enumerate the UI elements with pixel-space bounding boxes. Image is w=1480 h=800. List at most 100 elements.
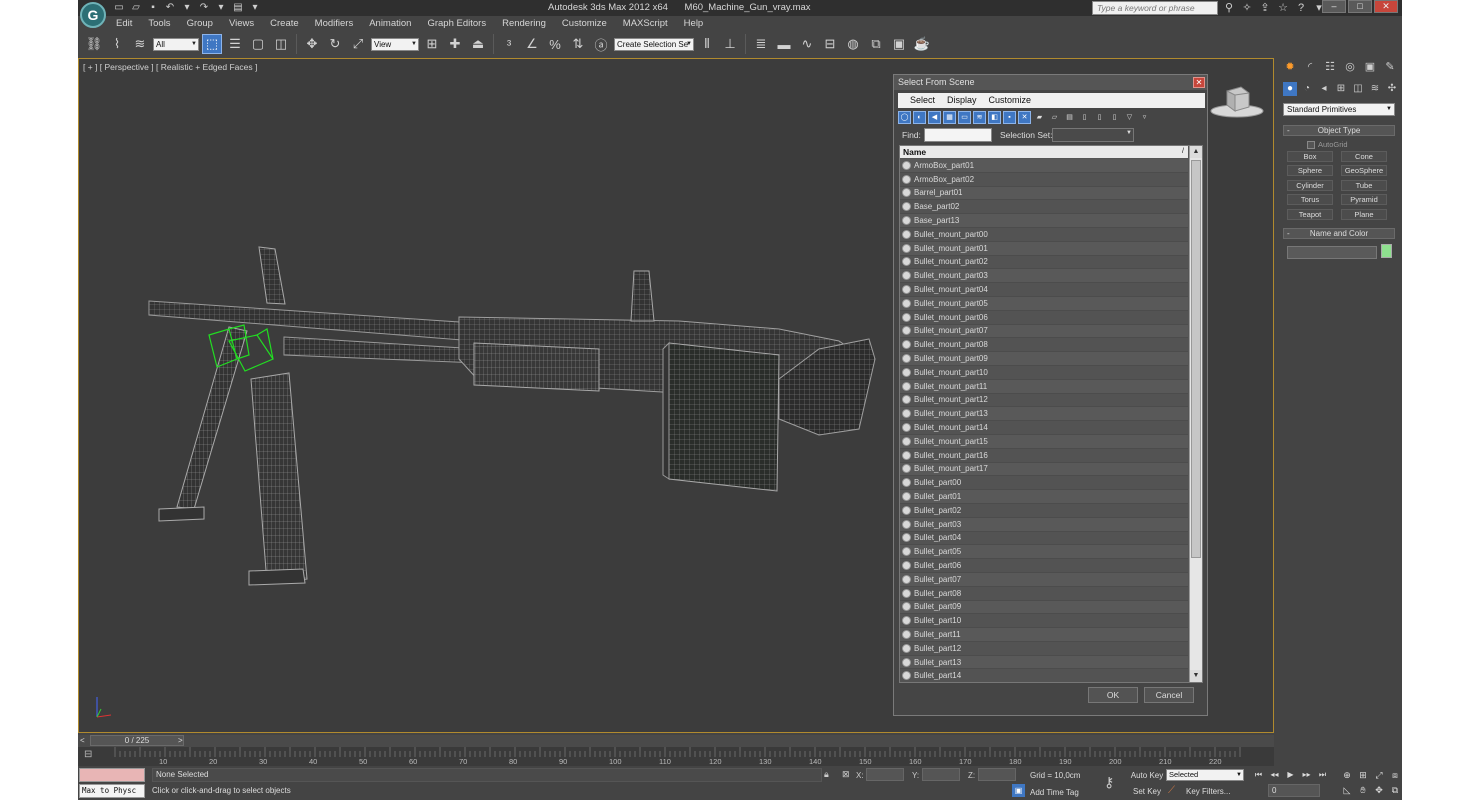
select-object-icon[interactable]: ⬚ <box>202 34 222 54</box>
tools-icon[interactable]: ✧ <box>1240 1 1254 15</box>
object-list-row[interactable]: Bullet_mount_part10 <box>900 365 1188 380</box>
set-keys-key-icon[interactable]: ⚷ <box>1104 774 1114 791</box>
edit-named-selection-icon[interactable]: ⓐ <box>591 34 611 54</box>
object-list-row[interactable]: Bullet_part06 <box>900 559 1188 573</box>
systems-category-icon[interactable]: ✣ <box>1385 82 1399 96</box>
object-list-row[interactable]: Bullet_mount_part09 <box>900 352 1188 366</box>
curve-editor-icon[interactable]: ∿ <box>797 34 817 54</box>
maximize-viewport-icon[interactable]: ⧉ <box>1388 784 1402 797</box>
redo-dropdown-icon[interactable]: ▾ <box>214 1 228 14</box>
name-column-header[interactable]: Name / <box>900 146 1188 158</box>
time-slider-prev-button[interactable]: < <box>80 736 85 745</box>
material-editor-icon[interactable]: ◍ <box>843 34 863 54</box>
spinner-snap-icon[interactable]: ⇅ <box>568 34 588 54</box>
display-tab-icon[interactable]: ▣ <box>1363 60 1377 74</box>
open-file-icon[interactable]: ▱ <box>129 1 143 14</box>
filter-icon[interactable]: ▽ <box>1123 111 1136 124</box>
time-slider[interactable]: < 0 / 225 > <box>78 735 1274 747</box>
time-tag-icon[interactable]: ▣ <box>1012 784 1025 797</box>
maxscript-listener-output[interactable] <box>79 768 145 782</box>
object-list-row[interactable]: Bullet_mount_part07 <box>900 324 1188 339</box>
display-xrefs-icon[interactable]: ▪ <box>1003 111 1016 124</box>
object-list-row[interactable]: Bullet_mount_part05 <box>900 296 1188 311</box>
pyramid-button[interactable]: Pyramid <box>1341 194 1387 205</box>
cancel-button[interactable]: Cancel <box>1144 687 1194 703</box>
scroll-thumb[interactable] <box>1191 160 1201 558</box>
torus-button[interactable]: Torus <box>1287 194 1333 205</box>
communication-icon[interactable]: ⇪ <box>1258 1 1272 15</box>
object-list-row[interactable]: Base_part02 <box>900 200 1188 215</box>
ok-button[interactable]: OK <box>1088 687 1138 703</box>
menu-animation[interactable]: Animation <box>361 16 419 31</box>
object-list-row[interactable]: Bullet_part09 <box>900 600 1188 615</box>
go-to-start-icon[interactable]: ⏮ <box>1252 769 1265 781</box>
auto-key-button[interactable]: Auto Key <box>1130 769 1164 782</box>
autogrid-checkbox[interactable]: AutoGrid <box>1307 140 1348 149</box>
select-manipulate-icon[interactable]: ✚ <box>445 34 465 54</box>
previous-frame-icon[interactable]: ◂◂ <box>1268 769 1281 781</box>
filter-options-icon[interactable]: ▿ <box>1138 111 1151 124</box>
select-by-name-icon[interactable]: ☰ <box>225 34 245 54</box>
list-scrollbar[interactable]: ▲ ▼ <box>1189 146 1202 682</box>
object-list-row[interactable]: Bullet_mount_part03 <box>900 269 1188 284</box>
zoom-icon[interactable]: ⊕ <box>1340 769 1354 782</box>
object-list-row[interactable]: Bullet_mount_part17 <box>900 462 1188 477</box>
play-icon[interactable]: ▶ <box>1284 769 1297 781</box>
object-list-row[interactable]: Bullet_mount_part04 <box>900 283 1188 297</box>
render-production-icon[interactable]: ☕ <box>912 34 932 54</box>
maxscript-listener-input[interactable]: Max to Physc <box>79 784 145 798</box>
zoom-extents-icon[interactable]: ⤢ <box>1372 769 1386 782</box>
motion-tab-icon[interactable]: ◎ <box>1343 60 1357 74</box>
dialog-title-bar[interactable]: Select From Scene ✕ <box>894 75 1207 90</box>
object-list-row[interactable]: Bullet_mount_part01 <box>900 241 1188 256</box>
scale-icon[interactable]: ⤢ <box>348 34 368 54</box>
object-list-row[interactable]: Bullet_part05 <box>900 545 1188 560</box>
scroll-down-arrow-icon[interactable]: ▼ <box>1190 670 1202 682</box>
selection-filter-dropdown[interactable]: All <box>153 37 199 51</box>
menu-create[interactable]: Create <box>262 16 307 31</box>
menu-edit[interactable]: Edit <box>108 16 140 31</box>
object-list-row[interactable]: Bullet_part14 <box>900 669 1188 682</box>
object-list-row[interactable]: Bullet_part13 <box>900 655 1188 670</box>
window-crossing-icon[interactable]: ◫ <box>271 34 291 54</box>
find-input[interactable] <box>924 128 992 142</box>
invert-display-icon[interactable]: ▤ <box>1063 111 1076 124</box>
select-invert-icon[interactable]: ▯ <box>1108 111 1121 124</box>
cone-button[interactable]: Cone <box>1341 151 1387 162</box>
schematic-view-icon[interactable]: ⊟ <box>820 34 840 54</box>
menu-group[interactable]: Group <box>179 16 221 31</box>
redo-icon[interactable]: ↷ <box>197 1 211 14</box>
menu-rendering[interactable]: Rendering <box>494 16 554 31</box>
viewcube-icon[interactable] <box>1209 83 1265 123</box>
object-list-row[interactable]: Bullet_part02 <box>900 503 1188 518</box>
percent-snap-icon[interactable]: % <box>545 34 565 54</box>
tube-button[interactable]: Tube <box>1341 180 1387 191</box>
object-list-row[interactable]: Base_part13 <box>900 214 1188 228</box>
field-of-view-icon[interactable]: ◺ <box>1340 784 1354 797</box>
geometry-category-icon[interactable]: ● <box>1283 82 1297 96</box>
object-list-row[interactable]: Bullet_part08 <box>900 586 1188 601</box>
object-list-row[interactable]: Bullet_mount_part12 <box>900 393 1188 408</box>
spacewarps-category-icon[interactable]: ≋ <box>1368 82 1382 96</box>
object-list-row[interactable]: Bullet_mount_part02 <box>900 255 1188 270</box>
maximize-button[interactable]: □ <box>1348 0 1372 13</box>
z-coord-input[interactable] <box>978 768 1016 781</box>
modify-tab-icon[interactable]: ◜ <box>1303 60 1317 74</box>
display-spacewarps-icon[interactable]: ≋ <box>973 111 986 124</box>
absolute-mode-transform-icon[interactable]: ⊠ <box>842 769 850 780</box>
menu-maxscript[interactable]: MAXScript <box>615 16 676 31</box>
object-list-row[interactable]: Bullet_part04 <box>900 531 1188 546</box>
key-mode-dropdown[interactable]: Selected <box>1166 769 1244 781</box>
object-list-row[interactable]: Barrel_part01 <box>900 186 1188 201</box>
dialog-close-button[interactable]: ✕ <box>1193 77 1205 88</box>
dialog-menu-display[interactable]: Display <box>941 93 983 108</box>
box-button[interactable]: Box <box>1287 151 1333 162</box>
qat-dropdown-icon[interactable]: ▾ <box>248 1 262 14</box>
named-selection-dropdown[interactable]: Create Selection Se <box>614 37 694 51</box>
x-coord-input[interactable] <box>866 768 904 781</box>
object-type-rollout[interactable]: - Object Type <box>1283 125 1395 136</box>
current-frame-input[interactable]: 0 <box>1268 784 1320 797</box>
name-and-color-rollout[interactable]: - Name and Color <box>1283 228 1395 239</box>
favorites-star-icon[interactable]: ☆ <box>1276 1 1290 15</box>
sphere-button[interactable]: Sphere <box>1287 165 1333 176</box>
